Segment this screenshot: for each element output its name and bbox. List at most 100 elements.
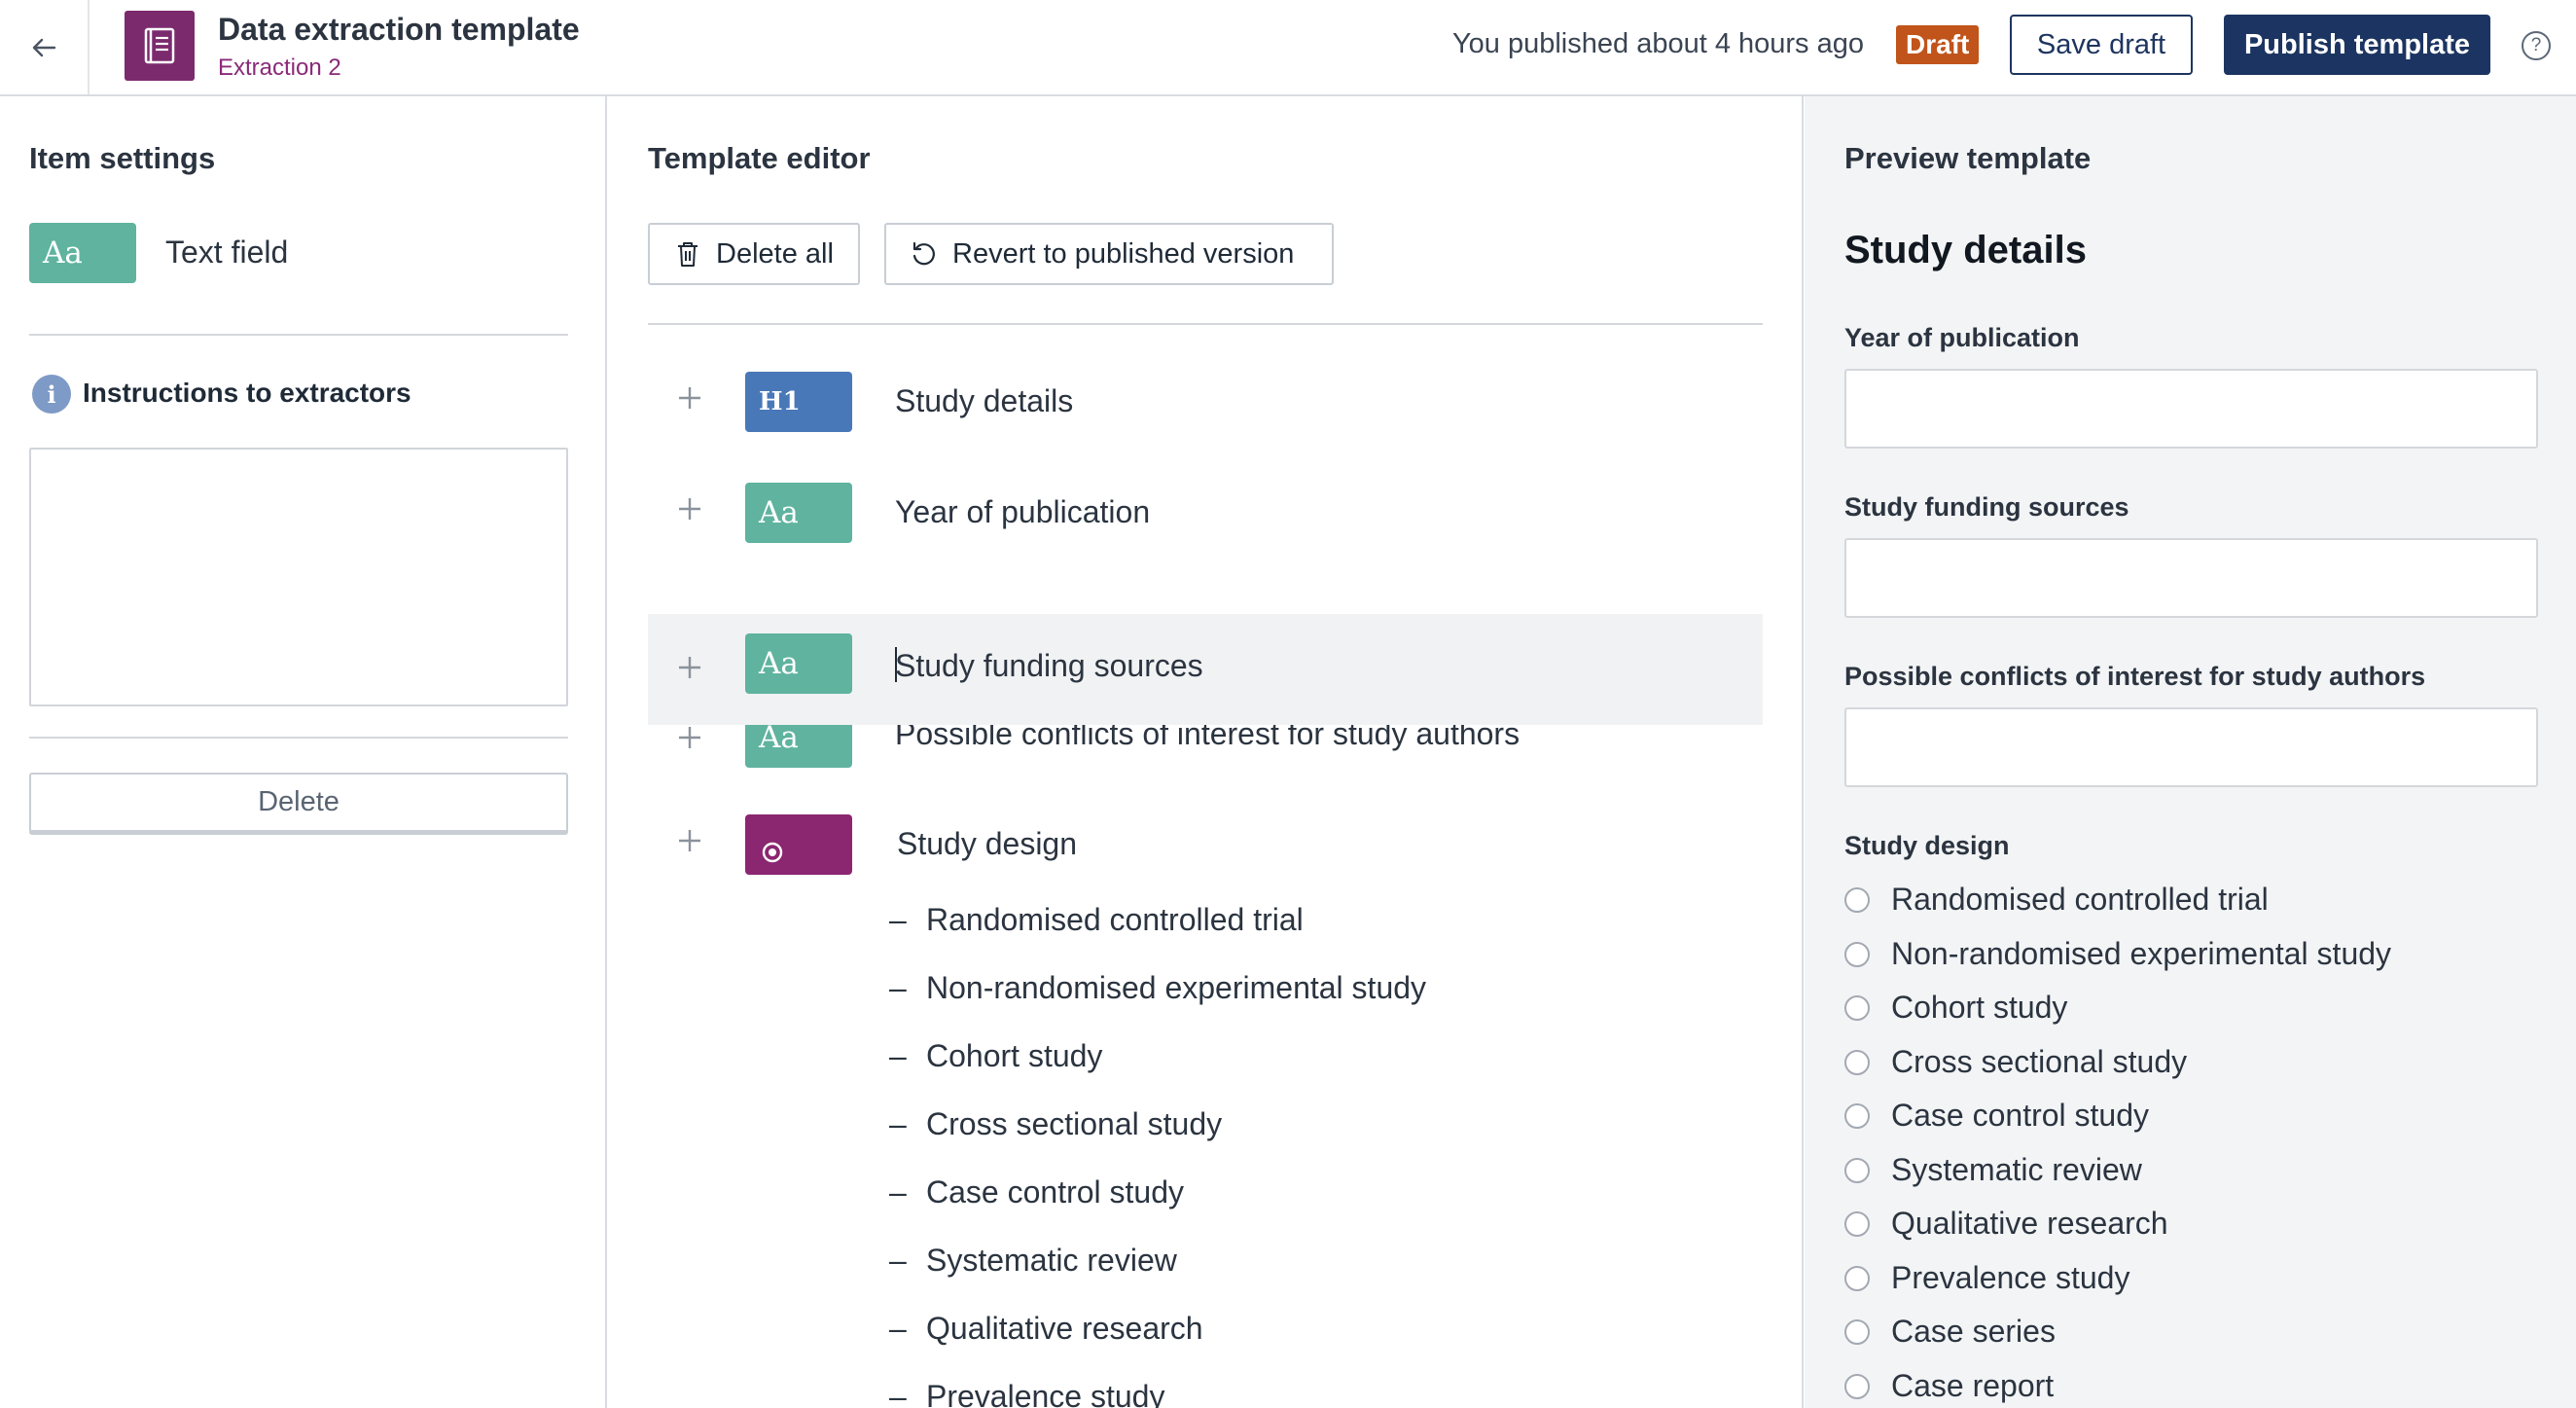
radio-option-label: Systematic review [1891, 1152, 2142, 1187]
radio-button[interactable] [1844, 941, 1870, 967]
option-label: Prevalence study [926, 1379, 1165, 1408]
template-editor-title: Template editor [648, 141, 871, 175]
text-field-type-icon: Aa [29, 223, 136, 283]
revert-label: Revert to published version [952, 237, 1295, 270]
info-icon: i [32, 375, 71, 414]
option-item[interactable]: – Randomised controlled trial [889, 902, 1304, 938]
radio-option[interactable]: Cohort study [1844, 990, 2067, 1026]
option-label: Systematic review [926, 1243, 1177, 1278]
plus-icon[interactable] [677, 655, 702, 680]
option-label: Qualitative research [926, 1311, 1203, 1346]
item-type-label: Text field [165, 235, 289, 270]
option-item[interactable]: – Prevalence study [889, 1379, 1164, 1408]
radio-button[interactable] [1844, 1049, 1870, 1075]
help-icon[interactable]: ? [2522, 31, 2551, 60]
undo-icon [908, 237, 941, 271]
radio-option-label: Randomised controlled trial [1891, 882, 2269, 917]
status-badge: Draft [1896, 25, 1980, 64]
radio-option[interactable]: Case control study [1844, 1098, 2149, 1134]
delete-all-label: Delete all [716, 237, 834, 270]
delete-all-button[interactable]: Delete all [648, 223, 860, 285]
review-link[interactable]: Extraction 2 [218, 54, 341, 82]
preview-section-heading: Study details [1844, 229, 2087, 271]
field-label: Possible conflicts of interest for study… [1844, 662, 2426, 691]
radio-option-label: Case control study [1891, 1098, 2150, 1133]
option-label: Cohort study [926, 1038, 1103, 1073]
radio-button[interactable] [1844, 1373, 1870, 1399]
template-item-row-selected[interactable]: Aa Study funding sources [648, 614, 1763, 725]
trash-icon [671, 237, 704, 271]
template-book-icon [125, 11, 195, 81]
template-editor-panel: Template editor Delete all Revert to pub… [607, 96, 1804, 1408]
item-settings-title: Item settings [29, 141, 216, 175]
plus-icon[interactable] [677, 385, 702, 411]
item-label-text: Study funding sources [895, 648, 1203, 683]
radio-option[interactable]: Case report [1844, 1368, 2054, 1404]
radio-button[interactable] [1844, 1102, 1870, 1129]
radio-option[interactable]: Case series [1844, 1314, 2056, 1350]
template-item-row[interactable]: Study design [648, 814, 1763, 877]
radio-type-icon [745, 814, 852, 875]
publish-template-button[interactable]: Publish template [2224, 15, 2490, 75]
option-label: Randomised controlled trial [926, 902, 1304, 937]
radio-option[interactable]: Non-randomised experimental study [1844, 936, 2391, 972]
item-label-editing[interactable]: Study funding sources [895, 647, 1203, 684]
template-item-row[interactable]: Aa Year of publication [648, 483, 1763, 545]
option-label: Case control study [926, 1174, 1185, 1209]
save-draft-button[interactable]: Save draft [2010, 15, 2193, 75]
radio-option-label: Case report [1891, 1368, 2055, 1403]
option-item[interactable]: – Cohort study [889, 1038, 1102, 1074]
plus-icon[interactable] [677, 496, 702, 522]
text-field-type-icon: Aa [745, 633, 852, 694]
radio-option[interactable]: Qualitative research [1844, 1206, 2168, 1242]
plus-icon[interactable] [677, 828, 702, 853]
option-item[interactable]: – Cross sectional study [889, 1106, 1222, 1142]
field-label: Year of publication [1844, 323, 2080, 352]
option-label: Non-randomised experimental study [926, 970, 1427, 1005]
radio-option-label: Qualitative research [1891, 1206, 2168, 1241]
preview-panel: Preview template Study details Year of p… [1805, 96, 2576, 1408]
radio-option[interactable]: Cross sectional study [1844, 1044, 2187, 1080]
item-label: Year of publication [895, 494, 1151, 529]
top-bar: Data extraction template Extraction 2 Yo… [0, 0, 2576, 96]
divider [29, 334, 568, 336]
radio-option[interactable]: Randomised controlled trial [1844, 882, 2269, 918]
instructions-textarea[interactable] [29, 448, 568, 706]
item-settings-panel: Item settings Aa Text field i Instructio… [0, 96, 607, 1408]
option-item[interactable]: – Qualitative research [889, 1311, 1203, 1347]
funding-sources-input[interactable] [1844, 538, 2538, 618]
preview-title: Preview template [1844, 141, 2092, 175]
heading-type-icon: H1 [745, 372, 852, 432]
option-item[interactable]: – Non-randomised experimental study [889, 970, 1426, 1006]
year-of-publication-input[interactable] [1844, 369, 2538, 449]
conflicts-of-interest-input[interactable] [1844, 707, 2538, 787]
template-item-row[interactable]: H1 Study details [648, 372, 1763, 434]
option-item[interactable]: – Systematic review [889, 1243, 1177, 1279]
instructions-label: Instructions to extractors [83, 378, 411, 408]
text-field-type-icon: Aa [745, 483, 852, 543]
radio-button[interactable] [1844, 1265, 1870, 1291]
radio-button[interactable] [1844, 886, 1870, 913]
radio-option-label: Case series [1891, 1314, 2056, 1349]
radio-option[interactable]: Systematic review [1844, 1152, 2142, 1188]
radio-button[interactable] [1844, 1157, 1870, 1183]
back-button[interactable] [0, 0, 89, 94]
item-label: Study design [897, 826, 1078, 861]
published-status: You published about 4 hours ago [1451, 28, 1864, 59]
radio-group-label: Study design [1844, 831, 2010, 860]
radio-button[interactable] [1844, 1318, 1870, 1345]
revert-button[interactable]: Revert to published version [884, 223, 1334, 285]
delete-item-button[interactable]: Delete [29, 773, 568, 835]
radio-option[interactable]: Prevalence study [1844, 1260, 2129, 1296]
radio-option-label: Prevalence study [1891, 1260, 2130, 1295]
option-label: Cross sectional study [926, 1106, 1223, 1141]
radio-button[interactable] [1844, 994, 1870, 1021]
field-label: Study funding sources [1844, 492, 2129, 522]
arrow-left-icon [32, 38, 56, 56]
radio-option-label: Non-randomised experimental study [1891, 936, 2392, 971]
radio-option-label: Cross sectional study [1891, 1044, 2188, 1079]
radio-button[interactable] [1844, 1210, 1870, 1237]
divider [648, 323, 1763, 325]
plus-icon[interactable] [677, 725, 702, 750]
option-item[interactable]: – Case control study [889, 1174, 1184, 1210]
